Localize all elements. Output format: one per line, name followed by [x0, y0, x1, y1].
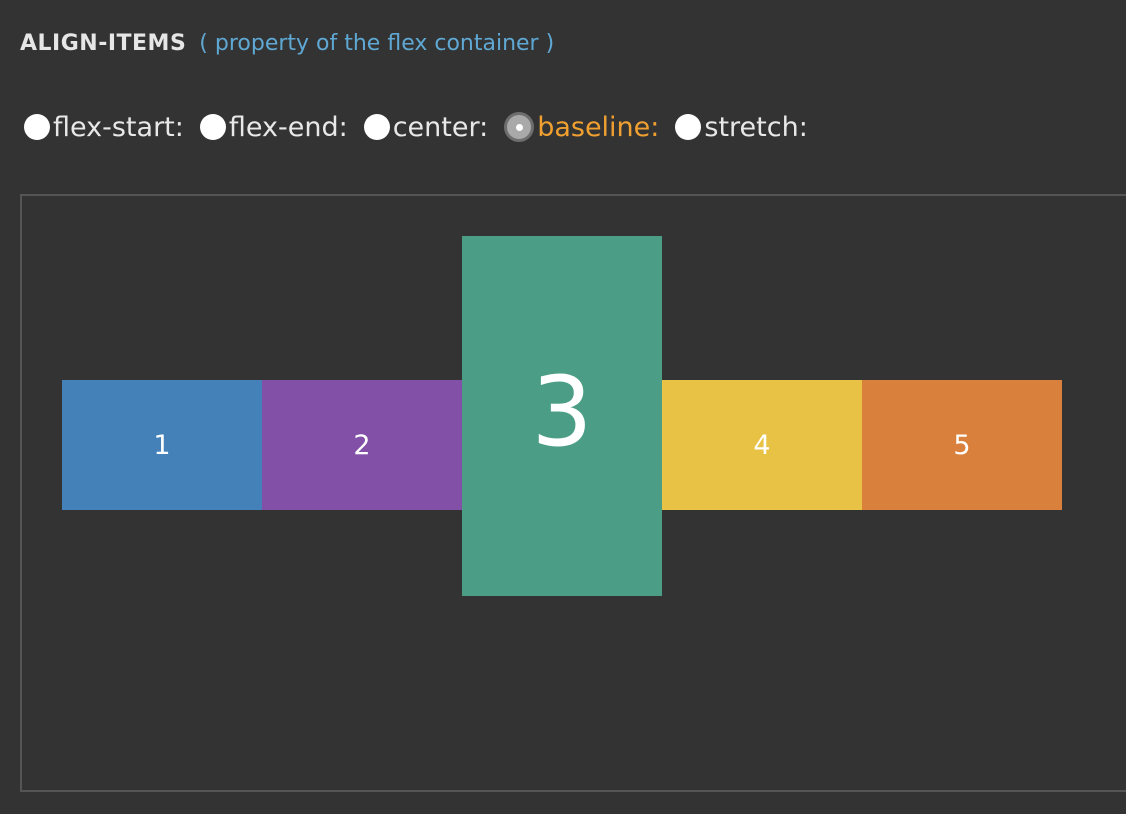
- flex-item-label: 5: [953, 429, 971, 461]
- option-flex-start[interactable]: flex-start:: [24, 112, 184, 143]
- option-label: baseline:: [537, 111, 660, 143]
- flex-item-1: 1: [62, 380, 262, 510]
- option-label: flex-start:: [53, 111, 184, 143]
- flex-item-label: 3: [531, 356, 593, 468]
- flex-item-3: 3: [462, 236, 662, 596]
- flex-item-label: 4: [753, 429, 771, 461]
- flex-item-label: 2: [353, 429, 371, 461]
- option-flex-end[interactable]: flex-end:: [199, 111, 348, 143]
- radio-flex-start[interactable]: [24, 114, 50, 140]
- radio-baseline[interactable]: [504, 112, 535, 142]
- option-label: stretch:: [704, 111, 808, 143]
- flex-item-5: 5: [862, 380, 1062, 510]
- flex-container: 1 2 3 4 5: [20, 194, 1126, 792]
- option-stretch[interactable]: stretch:: [675, 111, 808, 143]
- page: ALIGN-ITEMS ( property of the flex conta…: [0, 0, 1126, 814]
- option-baseline[interactable]: baseline:: [504, 112, 659, 143]
- flex-item-label: 1: [153, 429, 171, 461]
- radio-center[interactable]: [363, 114, 390, 140]
- option-center[interactable]: center:: [363, 111, 489, 143]
- radio-dot-icon: [515, 123, 523, 131]
- option-label: flex-end:: [228, 111, 348, 143]
- radio-stretch[interactable]: [675, 114, 702, 140]
- radio-flex-end[interactable]: [199, 114, 226, 140]
- flex-item-4: 4: [662, 380, 862, 510]
- property-subtitle: ( property of the flex container ): [199, 31, 555, 56]
- option-label: center:: [392, 111, 489, 143]
- align-items-options: flex-start: flex-end: center: baseline: …: [24, 106, 824, 148]
- property-name: ALIGN-ITEMS: [20, 31, 187, 56]
- page-title: ALIGN-ITEMS ( property of the flex conta…: [20, 28, 554, 60]
- flex-item-2: 2: [262, 380, 462, 510]
